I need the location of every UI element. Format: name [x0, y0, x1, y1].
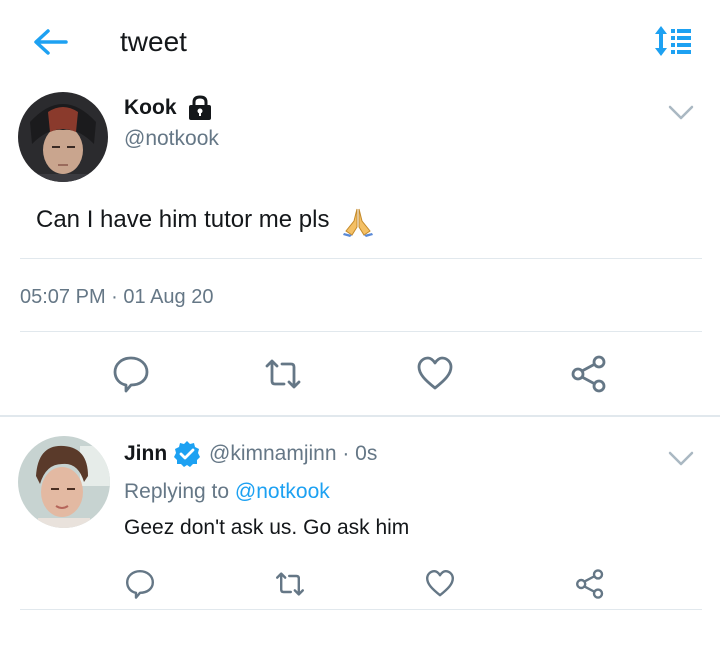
- folded-hands-icon: [342, 207, 374, 237]
- reply-icon: [113, 356, 149, 393]
- retweet-button[interactable]: [274, 568, 314, 608]
- top-bar: tweet: [0, 0, 720, 86]
- tweet-text: Can I have him tutor me pls: [36, 206, 330, 233]
- share-icon: [576, 569, 604, 599]
- tweet-menu-button[interactable]: [666, 100, 696, 124]
- share-icon: [571, 355, 606, 393]
- like-icon: [426, 570, 454, 597]
- avatar[interactable]: [18, 436, 110, 528]
- reply-button[interactable]: [124, 568, 164, 608]
- author-handle[interactable]: @notkook: [124, 127, 219, 151]
- avatar[interactable]: [18, 92, 108, 182]
- verified-badge-icon: [173, 440, 201, 468]
- avatar-image: [18, 436, 110, 528]
- tweet-timestamp: 05:07 PM · 01 Aug 20: [20, 286, 214, 308]
- replying-to-line: Replying to @notkook: [124, 480, 330, 504]
- share-button[interactable]: [574, 568, 614, 608]
- sort-button[interactable]: [652, 24, 696, 60]
- page-title: tweet: [120, 26, 187, 57]
- divider: [20, 331, 702, 332]
- retweet-icon: [265, 359, 301, 389]
- like-button[interactable]: [415, 354, 455, 394]
- like-icon: [417, 356, 453, 390]
- replying-prefix: Replying to: [124, 480, 230, 503]
- section-divider: [0, 415, 720, 417]
- reply-author-name[interactable]: Jinn: [124, 442, 167, 466]
- reply-icon: [126, 570, 154, 599]
- chevron-down-icon: [668, 105, 694, 120]
- lock-icon: [186, 95, 214, 121]
- avatar-image: [18, 92, 108, 182]
- reply-text: Geez don't ask us. Go ask him: [124, 516, 410, 539]
- retweet-icon: [276, 572, 304, 596]
- back-button[interactable]: [30, 26, 70, 58]
- arrow-left-icon: [34, 29, 68, 55]
- sort-list-icon: [655, 26, 691, 56]
- reply-author-handle[interactable]: @kimnamjinn · 0s: [209, 442, 377, 466]
- divider: [20, 609, 702, 610]
- reply-menu-button[interactable]: [666, 446, 696, 470]
- share-button[interactable]: [569, 354, 609, 394]
- divider: [20, 258, 702, 259]
- like-button[interactable]: [424, 568, 464, 608]
- chevron-down-icon: [668, 451, 694, 466]
- retweet-button[interactable]: [263, 354, 303, 394]
- reply-button[interactable]: [111, 354, 151, 394]
- replying-to-link[interactable]: @notkook: [235, 480, 330, 503]
- author-name[interactable]: Kook: [124, 96, 177, 120]
